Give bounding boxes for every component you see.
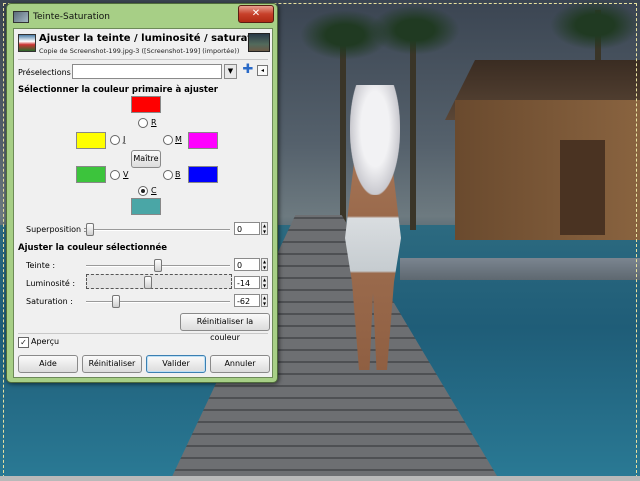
canvas-bottom-edge bbox=[0, 476, 640, 481]
radio-blue-label: B bbox=[175, 170, 181, 179]
radio-green[interactable] bbox=[110, 170, 120, 180]
spin-up-icon: ▲ bbox=[262, 223, 267, 228]
primary-color-heading: Sélectionner la couleur primaire à ajust… bbox=[18, 85, 218, 95]
hue-saturation-icon bbox=[18, 34, 36, 52]
lightness-label: Luminosité : bbox=[26, 279, 76, 288]
dialog-titlebar[interactable]: Teinte-Saturation ✕ bbox=[7, 4, 277, 26]
hue-spinbox[interactable]: 0 bbox=[234, 258, 260, 271]
presets-label: Préselections : bbox=[18, 68, 77, 77]
help-button[interactable]: Aide bbox=[18, 355, 78, 373]
swatch-cyan[interactable] bbox=[131, 198, 161, 215]
preset-menu-button[interactable]: ◂ bbox=[257, 65, 268, 76]
preview-checkbox[interactable]: ✓ bbox=[18, 337, 29, 348]
radio-red[interactable] bbox=[138, 118, 148, 128]
reset-button[interactable]: Réinitialiser bbox=[82, 355, 142, 373]
spin-up-icon: ▲ bbox=[262, 259, 267, 264]
presets-dropdown-button[interactable]: ▼ bbox=[224, 64, 237, 79]
gimp-window-icon bbox=[13, 11, 29, 23]
lightness-slider-track[interactable] bbox=[86, 274, 232, 289]
chevron-down-icon: ▼ bbox=[227, 67, 234, 75]
menu-arrow-icon: ◂ bbox=[260, 67, 264, 74]
overlap-label: Superposition : bbox=[26, 225, 87, 234]
spin-up-icon: ▲ bbox=[262, 277, 267, 282]
swatch-magenta[interactable] bbox=[188, 132, 218, 149]
divider bbox=[18, 59, 268, 60]
add-preset-button[interactable]: ✚ bbox=[242, 63, 254, 77]
overlap-spin-arrows[interactable]: ▲ ▼ bbox=[261, 222, 268, 235]
preview-label: Aperçu bbox=[31, 337, 60, 346]
radio-yellow[interactable] bbox=[110, 135, 120, 145]
hue-saturation-dialog: Teinte-Saturation ✕ Ajuster la teinte / … bbox=[6, 3, 278, 383]
presets-combo[interactable] bbox=[72, 64, 222, 79]
master-button[interactable]: Maître bbox=[131, 150, 161, 168]
lightness-spinbox[interactable]: -14 bbox=[234, 276, 260, 289]
hue-spin-arrows[interactable]: ▲ ▼ bbox=[261, 258, 268, 271]
hue-slider-handle[interactable] bbox=[154, 259, 162, 272]
lightness-spin-arrows[interactable]: ▲ ▼ bbox=[261, 276, 268, 289]
spin-down-icon: ▼ bbox=[262, 301, 267, 306]
radio-green-label: V bbox=[123, 170, 129, 179]
saturation-spinbox[interactable]: -62 bbox=[234, 294, 260, 307]
radio-blue[interactable] bbox=[163, 170, 173, 180]
saturation-slider-track[interactable] bbox=[86, 301, 230, 303]
spin-down-icon: ▼ bbox=[262, 229, 267, 234]
radio-yellow-label: J bbox=[123, 135, 126, 144]
radio-cyan[interactable] bbox=[138, 186, 148, 196]
close-icon: ✕ bbox=[251, 8, 261, 19]
ok-button[interactable]: Valider bbox=[146, 355, 206, 373]
divider bbox=[18, 333, 268, 334]
swatch-yellow[interactable] bbox=[76, 132, 106, 149]
checkmark-icon: ✓ bbox=[20, 338, 27, 347]
saturation-label: Saturation : bbox=[26, 297, 73, 306]
radio-magenta-label: M bbox=[175, 135, 182, 144]
overlap-slider-handle[interactable] bbox=[86, 223, 94, 236]
close-button[interactable]: ✕ bbox=[238, 5, 274, 23]
adjust-heading: Ajuster la couleur sélectionnée bbox=[18, 243, 167, 253]
window-title: Teinte-Saturation bbox=[33, 12, 110, 22]
swatch-blue[interactable] bbox=[188, 166, 218, 183]
spin-down-icon: ▼ bbox=[262, 283, 267, 288]
swatch-green[interactable] bbox=[76, 166, 106, 183]
saturation-spin-arrows[interactable]: ▲ ▼ bbox=[261, 294, 268, 307]
swatch-red[interactable] bbox=[131, 96, 161, 113]
radio-red-label: R bbox=[151, 118, 157, 127]
cancel-button[interactable]: Annuler bbox=[210, 355, 270, 373]
overlap-slider-track[interactable] bbox=[86, 229, 230, 231]
hue-label: Teinte : bbox=[26, 261, 56, 270]
dialog-heading: Ajuster la teinte / luminosité / saturat… bbox=[39, 33, 270, 44]
spin-up-icon: ▲ bbox=[262, 295, 267, 300]
dialog-content: Ajuster la teinte / luminosité / saturat… bbox=[13, 28, 273, 378]
plus-icon: ✚ bbox=[242, 62, 254, 77]
image-subtitle: Copie de Screenshot-199.jpg-3 ([Screensh… bbox=[39, 47, 240, 55]
saturation-slider-handle[interactable] bbox=[111, 295, 120, 308]
reset-color-button[interactable]: Réinitialiser la couleur bbox=[180, 313, 270, 342]
lightness-slider-handle[interactable] bbox=[144, 276, 153, 289]
radio-cyan-label: C bbox=[151, 186, 157, 195]
overlap-spinbox[interactable]: 0 bbox=[234, 222, 260, 235]
image-thumbnail bbox=[248, 33, 270, 52]
spin-down-icon: ▼ bbox=[262, 265, 267, 270]
radio-magenta[interactable] bbox=[163, 135, 173, 145]
